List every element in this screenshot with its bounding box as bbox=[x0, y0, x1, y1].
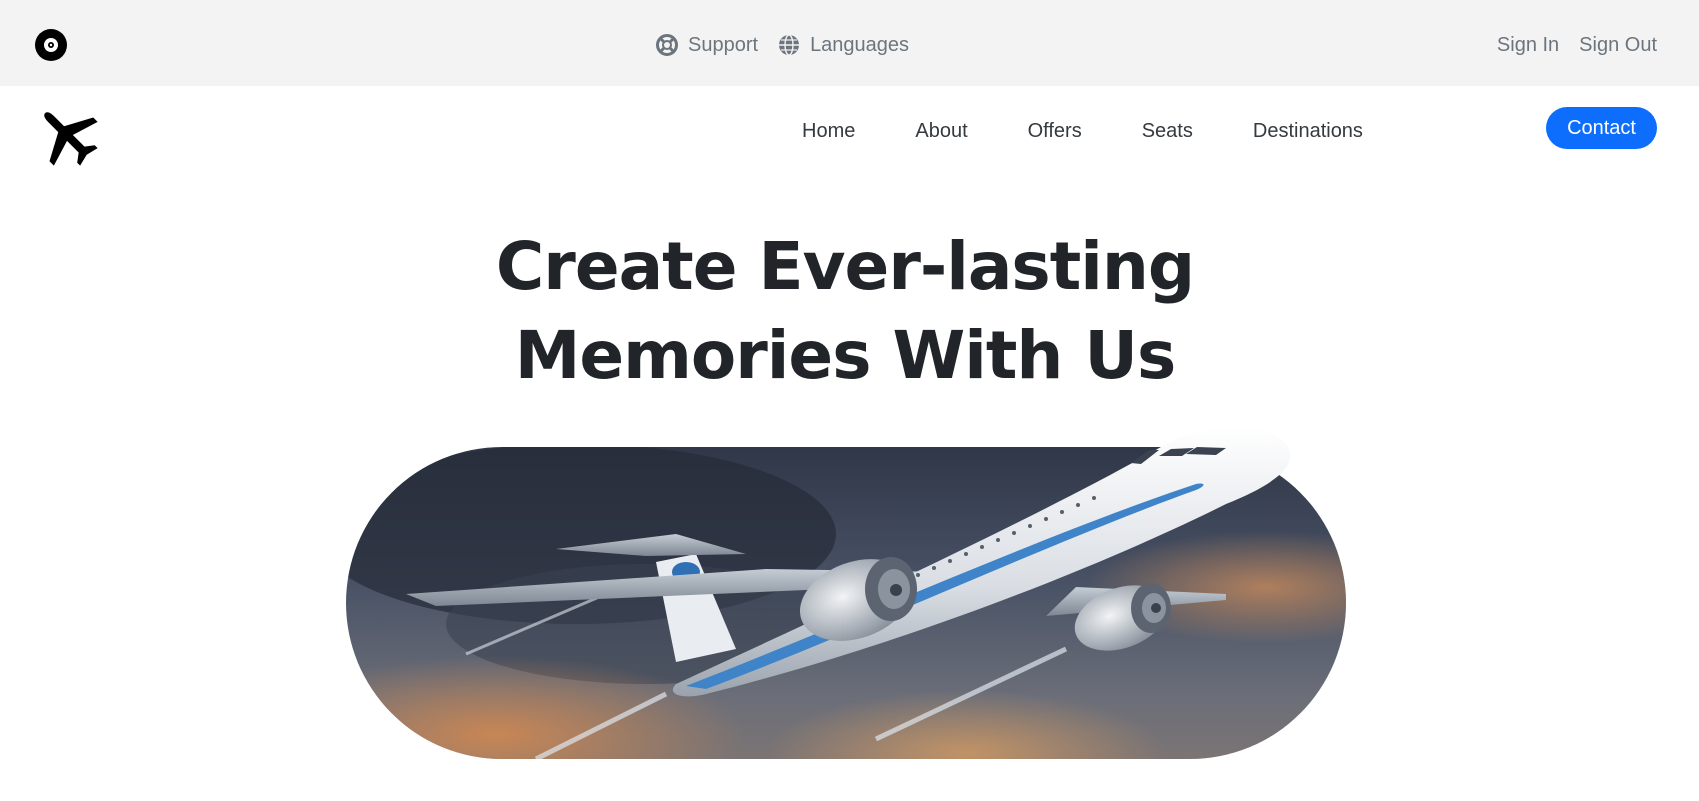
support-link[interactable]: Support bbox=[656, 34, 758, 57]
vinyl-disc-icon[interactable] bbox=[34, 28, 68, 62]
nav-item-home[interactable]: Home bbox=[782, 120, 885, 143]
hero-title-line2: Memories With Us bbox=[514, 317, 1177, 394]
sign-in-link[interactable]: Sign In bbox=[1497, 34, 1559, 57]
nav-item-offers[interactable]: Offers bbox=[998, 120, 1112, 143]
hero-image bbox=[346, 426, 1346, 759]
utility-links: Support Languages bbox=[656, 30, 909, 60]
primary-nav: Home About Offers Seats Destinations bbox=[782, 116, 1393, 146]
hero-title: Create Ever-lasting Memories With Us bbox=[0, 222, 1690, 400]
sign-out-link[interactable]: Sign Out bbox=[1579, 34, 1657, 57]
nav-item-destinations[interactable]: Destinations bbox=[1223, 120, 1393, 143]
support-label: Support bbox=[688, 33, 759, 56]
globe-icon bbox=[779, 34, 800, 56]
languages-link[interactable]: Languages bbox=[778, 34, 909, 57]
lifebuoy-icon bbox=[656, 34, 678, 56]
top-utility-bar: Support Languages Sign In Sign Out bbox=[0, 0, 1699, 86]
contact-button[interactable]: Contact bbox=[1546, 107, 1657, 149]
main-navbar: Home About Offers Seats Destinations Con… bbox=[0, 86, 1699, 174]
airplane-icon[interactable] bbox=[34, 102, 100, 168]
nav-item-about[interactable]: About bbox=[885, 120, 997, 143]
languages-label: Languages bbox=[810, 33, 910, 56]
hero-title-line1: Create Ever-lasting bbox=[495, 228, 1195, 305]
nav-item-seats[interactable]: Seats bbox=[1112, 120, 1223, 143]
auth-links: Sign In Sign Out bbox=[1497, 30, 1657, 60]
